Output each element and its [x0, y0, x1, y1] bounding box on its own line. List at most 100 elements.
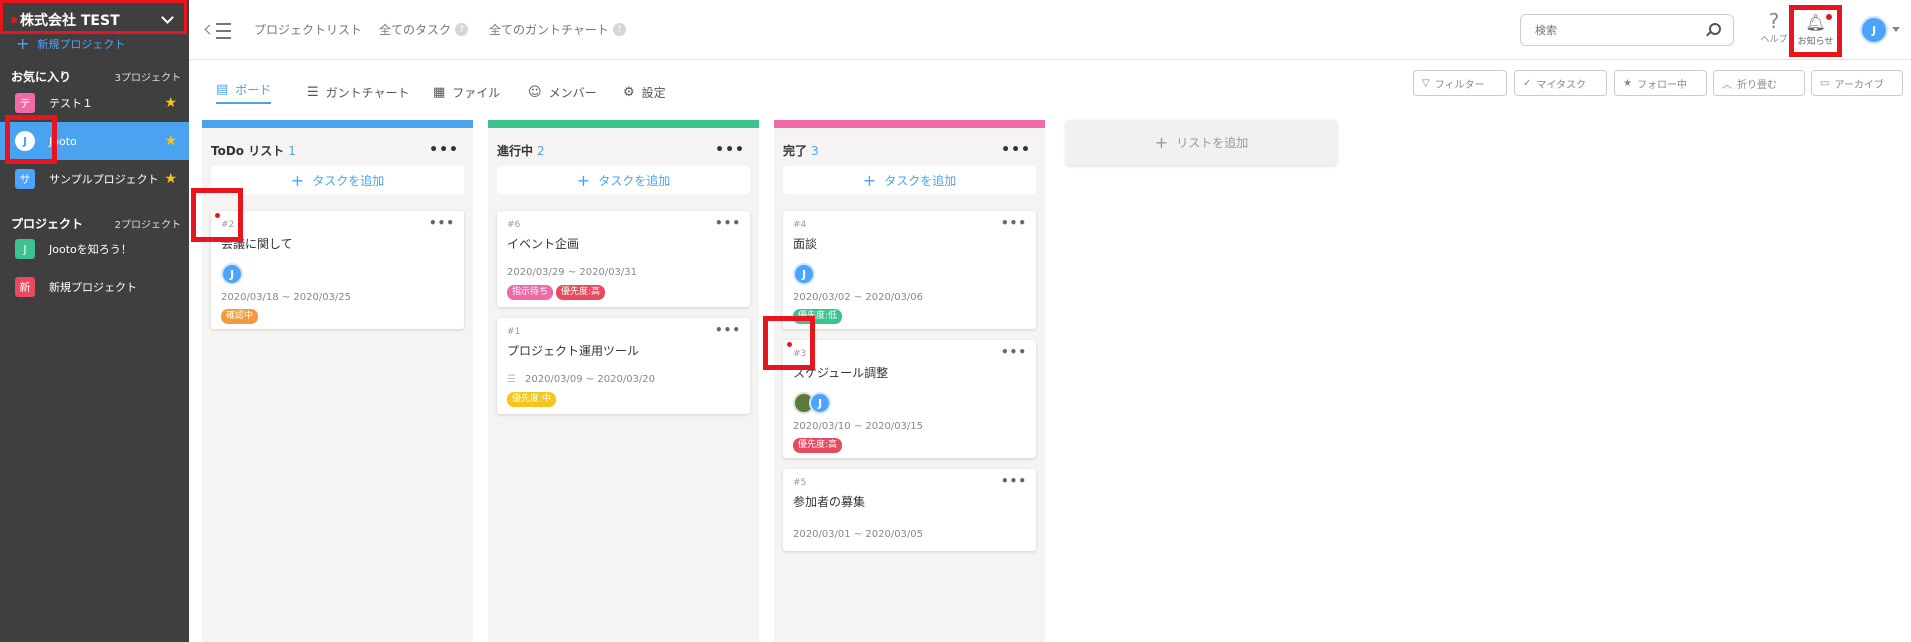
notifications-label: お知らせ	[1797, 37, 1834, 47]
plus-icon: +	[290, 170, 305, 190]
filter-button[interactable]: ▽ フィルター	[1413, 70, 1507, 96]
nav-project-list[interactable]: プロジェクトリスト	[254, 21, 362, 38]
notification-dot	[11, 17, 17, 23]
search-icon[interactable]	[1709, 23, 1721, 35]
task-card[interactable]: #5 ••• 参加者の募集 2020/03/01 ~ 2020/03/05	[783, 469, 1036, 551]
column-title-text: ToDo リスト	[211, 144, 285, 158]
sidebar: 株式会社 TEST + 新規プロジェクト お気に入り 3プロジェクト テ テスト…	[0, 0, 189, 642]
add-task-button[interactable]: + タスクを追加	[497, 166, 750, 194]
tab-gantt[interactable]: ☰ ガントチャート	[307, 80, 410, 104]
column-count: 1	[288, 144, 296, 158]
notifications-button[interactable]: 🔔︎ お知らせ	[1789, 5, 1842, 57]
tab-label: ファイル	[452, 85, 501, 100]
task-date: 2020/03/29 ~ 2020/03/31	[507, 267, 638, 278]
card-menu-icon[interactable]: •••	[1001, 474, 1027, 488]
sidebar-item-know-jooto[interactable]: J Jootoを知ろう！	[0, 230, 189, 268]
star-icon[interactable]: ★	[164, 133, 177, 149]
following-button[interactable]: ★ フォロー中	[1614, 70, 1707, 96]
task-date: 2020/03/02 ~ 2020/03/06	[793, 292, 924, 303]
add-list-button[interactable]: + リストを追加	[1066, 120, 1337, 165]
sidebar-item-label: サンプルプロジェクト	[49, 173, 159, 186]
search-input[interactable]	[1535, 23, 1695, 37]
highlight-box	[5, 115, 57, 164]
project-icon: サ	[15, 169, 35, 189]
task-card[interactable]: #1 ••• プロジェクト運用ツール ☰ 2020/03/09 ~ 2020/0…	[497, 318, 750, 414]
plus-icon: +	[1154, 133, 1169, 152]
tab-settings[interactable]: ⚙ 設定	[623, 80, 666, 104]
task-card[interactable]: #2 ••• 会議に関して J 2020/03/18 ~ 2020/03/25 …	[211, 211, 464, 329]
card-menu-icon[interactable]: •••	[715, 323, 741, 337]
task-number: #1	[507, 327, 521, 337]
new-project-button[interactable]: + 新規プロジェクト	[16, 36, 125, 52]
caret-down-icon[interactable]	[1892, 27, 1900, 32]
nav-label: 全てのガントチャート	[489, 23, 609, 37]
folder-icon: ▭	[1820, 77, 1830, 89]
help-label: ヘルプ	[1760, 35, 1788, 45]
filter-label: マイタスク	[1536, 79, 1586, 91]
projects-count: 2プロジェクト	[114, 220, 181, 231]
help-button[interactable]: ? ヘルプ	[1757, 10, 1791, 45]
gear-icon: ⚙	[623, 84, 635, 100]
assignee-avatar: J	[793, 263, 815, 285]
card-menu-icon[interactable]: •••	[429, 216, 455, 230]
task-title: プロジェクト運用ツール	[507, 344, 640, 358]
priority-badge: 優先度:中	[507, 392, 557, 407]
star-icon: ★	[1623, 77, 1632, 89]
tab-label: 設定	[641, 85, 666, 100]
chevron-up-icon: ︿	[1722, 79, 1732, 91]
priority-badge: 優先度:高	[556, 285, 606, 300]
assignee-avatar: J	[809, 392, 831, 414]
checklist-icon: ☰	[507, 374, 516, 385]
card-menu-icon[interactable]: •••	[715, 216, 741, 230]
tab-board[interactable]: ▤ ボード	[216, 80, 272, 104]
column-menu-icon[interactable]: •••	[429, 142, 459, 158]
highlight-box	[763, 316, 815, 370]
filter-label: アーカイブ	[1834, 79, 1884, 91]
nav-all-tasks[interactable]: 全てのタスク?	[379, 21, 469, 38]
my-tasks-button[interactable]: ✓ マイタスク	[1514, 70, 1607, 96]
tab-label: ガントチャート	[325, 85, 410, 100]
tab-members[interactable]: ☺ メンバー	[528, 80, 597, 104]
add-task-label: タスクを追加	[598, 173, 671, 188]
card-menu-icon[interactable]: •••	[1001, 216, 1027, 230]
task-card[interactable]: #3 ••• スケジュール調整 J 2020/03/10 ~ 2020/03/1…	[783, 340, 1036, 458]
tab-label: メンバー	[548, 85, 597, 100]
search-box[interactable]	[1520, 14, 1734, 46]
column-title: 完了 3	[783, 142, 819, 159]
question-icon: ?	[1768, 9, 1780, 33]
nav-label: プロジェクトリスト	[254, 23, 363, 37]
top-bar: プロジェクトリスト 全てのタスク? 全てのガントチャート? ? ヘルプ 🔔︎ お…	[189, 0, 1911, 60]
status-badge: 指示待ち	[507, 285, 554, 300]
add-task-button[interactable]: + タスクを追加	[211, 166, 464, 194]
column-menu-icon[interactable]: •••	[1001, 142, 1031, 158]
archive-button[interactable]: ▭ アーカイブ	[1811, 70, 1903, 96]
column-menu-icon[interactable]: •••	[715, 142, 745, 158]
plus-icon: +	[862, 170, 877, 190]
column-title: 進行中 2	[497, 142, 545, 159]
menu-toggle-icon[interactable]	[204, 20, 231, 40]
column-in-progress: 進行中 2 ••• + タスクを追加 #6 ••• イベント企画 2020/03/2…	[488, 120, 759, 642]
task-title: 参加者の募集	[793, 495, 866, 509]
add-task-button[interactable]: + タスクを追加	[783, 166, 1036, 194]
task-number: #4	[793, 220, 807, 230]
project-icon: 新	[15, 277, 35, 297]
sidebar-item-sample[interactable]: サ サンプルプロジェクト ★	[0, 160, 189, 198]
company-selector[interactable]: 株式会社 TEST	[0, 0, 187, 34]
status-badge: 確認中	[221, 309, 259, 324]
filter-label: フィルター	[1434, 79, 1485, 91]
task-card[interactable]: #4 ••• 面談 J 2020/03/02 ~ 2020/03/06 優先度:…	[783, 211, 1036, 329]
star-icon[interactable]: ★	[164, 171, 177, 187]
collapse-button[interactable]: ︿ 折り畳む	[1713, 70, 1805, 96]
filter-label: フォロー中	[1636, 79, 1687, 91]
task-number: #6	[507, 220, 521, 230]
nav-all-gantt[interactable]: 全てのガントチャート?	[489, 21, 626, 38]
tab-files[interactable]: ▦ ファイル	[433, 80, 500, 104]
sidebar-item-new-project[interactable]: 新 新規プロジェクト	[0, 268, 189, 306]
task-card[interactable]: #6 ••• イベント企画 2020/03/29 ~ 2020/03/31 指示…	[497, 211, 750, 307]
user-avatar[interactable]: J	[1860, 16, 1888, 44]
star-icon[interactable]: ★	[164, 95, 177, 111]
plus-icon: +	[16, 34, 30, 53]
project-icon: J	[15, 239, 35, 259]
card-menu-icon[interactable]: •••	[1001, 345, 1027, 359]
filter-label: 折り畳む	[1737, 79, 1777, 91]
